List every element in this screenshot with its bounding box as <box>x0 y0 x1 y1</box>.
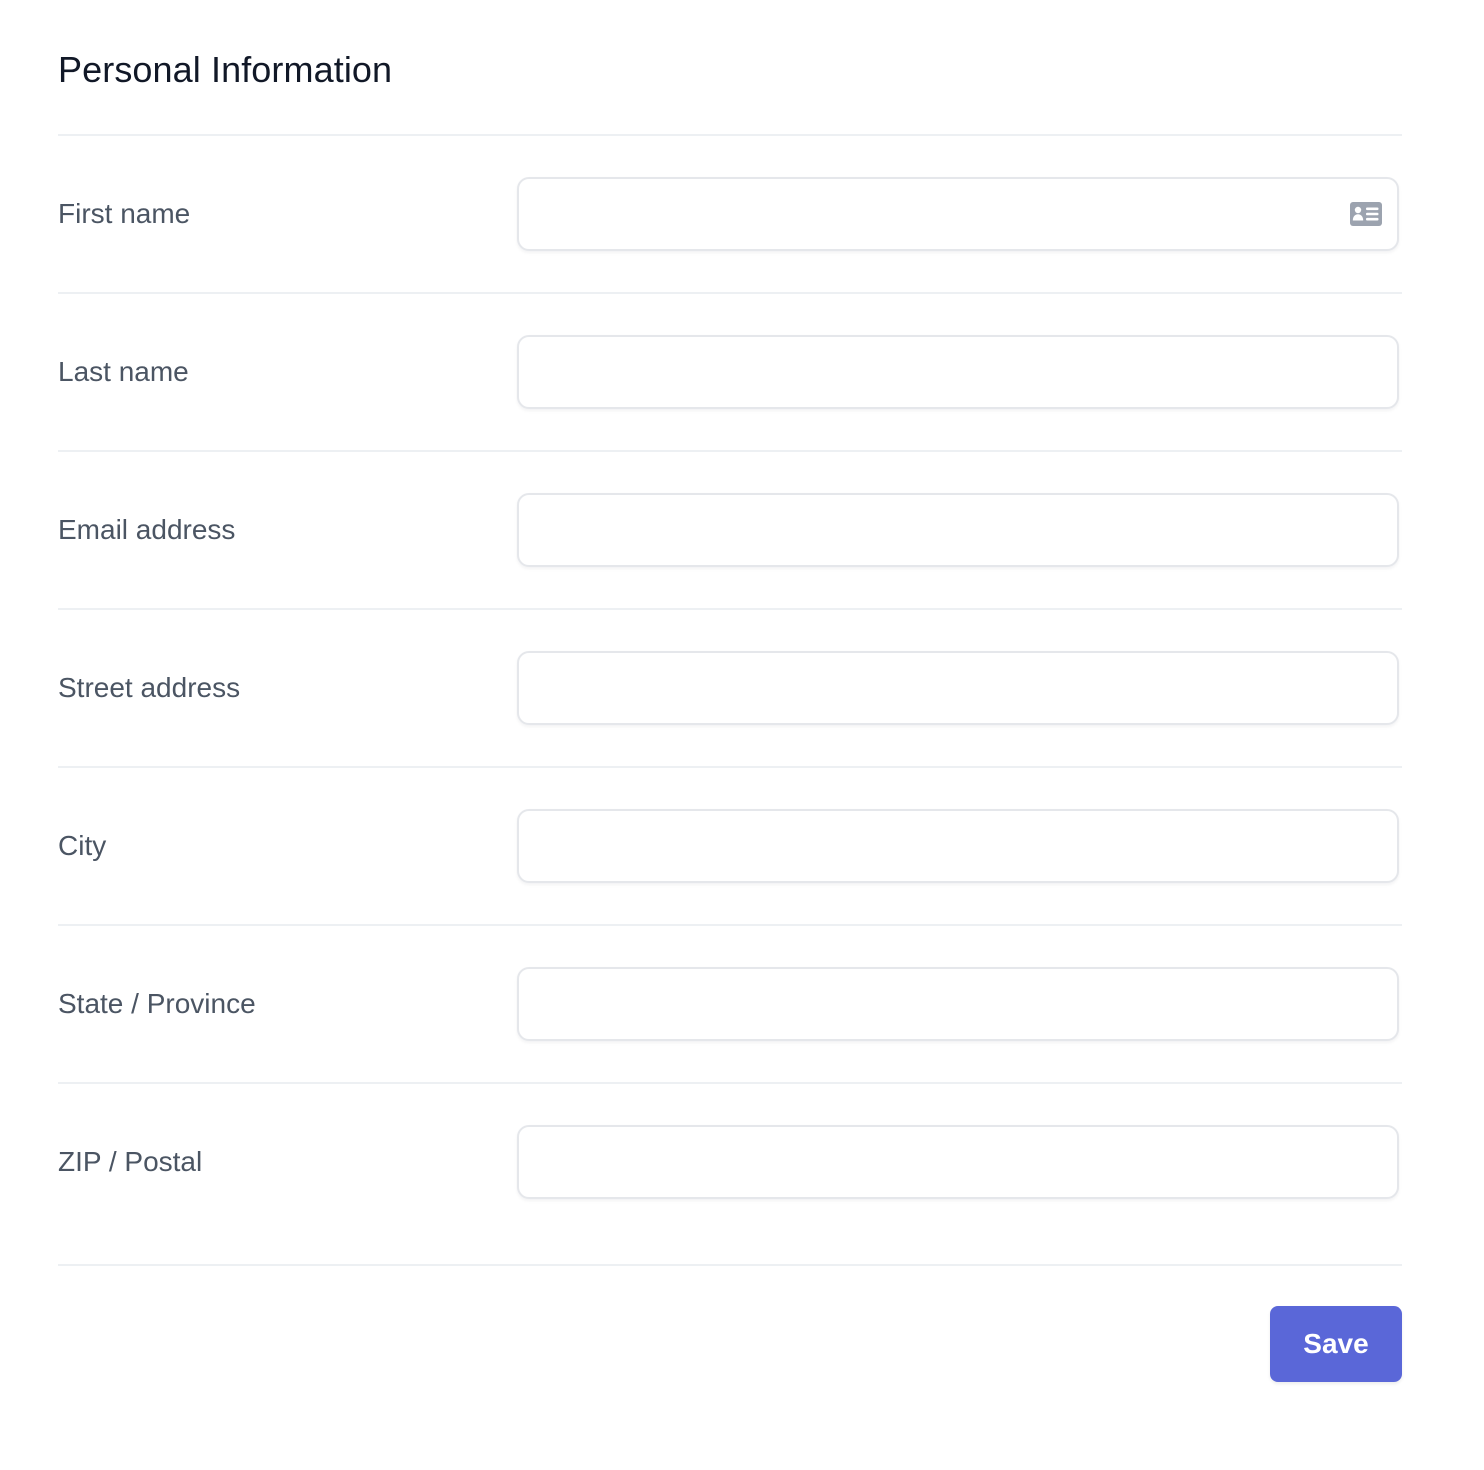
zip-postal-label: ZIP / Postal <box>58 1146 203 1177</box>
email-address-input[interactable] <box>517 493 1399 567</box>
state-province-label: State / Province <box>58 988 256 1019</box>
email-address-field-wrapper <box>517 493 1399 567</box>
city-row: City <box>58 809 1402 883</box>
divider <box>58 1082 1402 1084</box>
personal-information-form: Personal Information First name Last nam… <box>0 0 1484 1470</box>
city-label: City <box>58 830 107 861</box>
email-address-label: Email address <box>58 514 236 545</box>
street-address-row: Street address <box>58 651 1402 725</box>
street-address-label: Street address <box>58 672 241 703</box>
street-address-field-wrapper <box>517 651 1399 725</box>
page-title: Personal Information <box>58 49 393 90</box>
last-name-input[interactable] <box>517 335 1399 409</box>
city-input[interactable] <box>517 809 1399 883</box>
divider <box>58 292 1402 294</box>
first-name-input[interactable] <box>517 177 1399 251</box>
email-address-row: Email address <box>58 493 1402 567</box>
divider <box>58 608 1402 610</box>
divider <box>58 450 1402 452</box>
last-name-row: Last name <box>58 335 1402 409</box>
zip-postal-row: ZIP / Postal <box>58 1125 1402 1199</box>
divider <box>58 1264 1402 1266</box>
divider <box>58 134 1402 136</box>
city-field-wrapper <box>517 809 1399 883</box>
divider <box>58 766 1402 768</box>
save-button[interactable]: Save <box>1270 1306 1402 1382</box>
state-province-field-wrapper <box>517 967 1399 1041</box>
state-province-row: State / Province <box>58 967 1402 1041</box>
zip-postal-input[interactable] <box>517 1125 1399 1199</box>
divider <box>58 924 1402 926</box>
first-name-label: First name <box>58 198 191 229</box>
contact-card-icon[interactable] <box>1349 201 1383 227</box>
first-name-row: First name <box>58 177 1402 251</box>
first-name-field-wrapper <box>517 177 1399 251</box>
zip-postal-field-wrapper <box>517 1125 1399 1199</box>
last-name-label: Last name <box>58 356 189 387</box>
street-address-input[interactable] <box>517 651 1399 725</box>
last-name-field-wrapper <box>517 335 1399 409</box>
state-province-input[interactable] <box>517 967 1399 1041</box>
